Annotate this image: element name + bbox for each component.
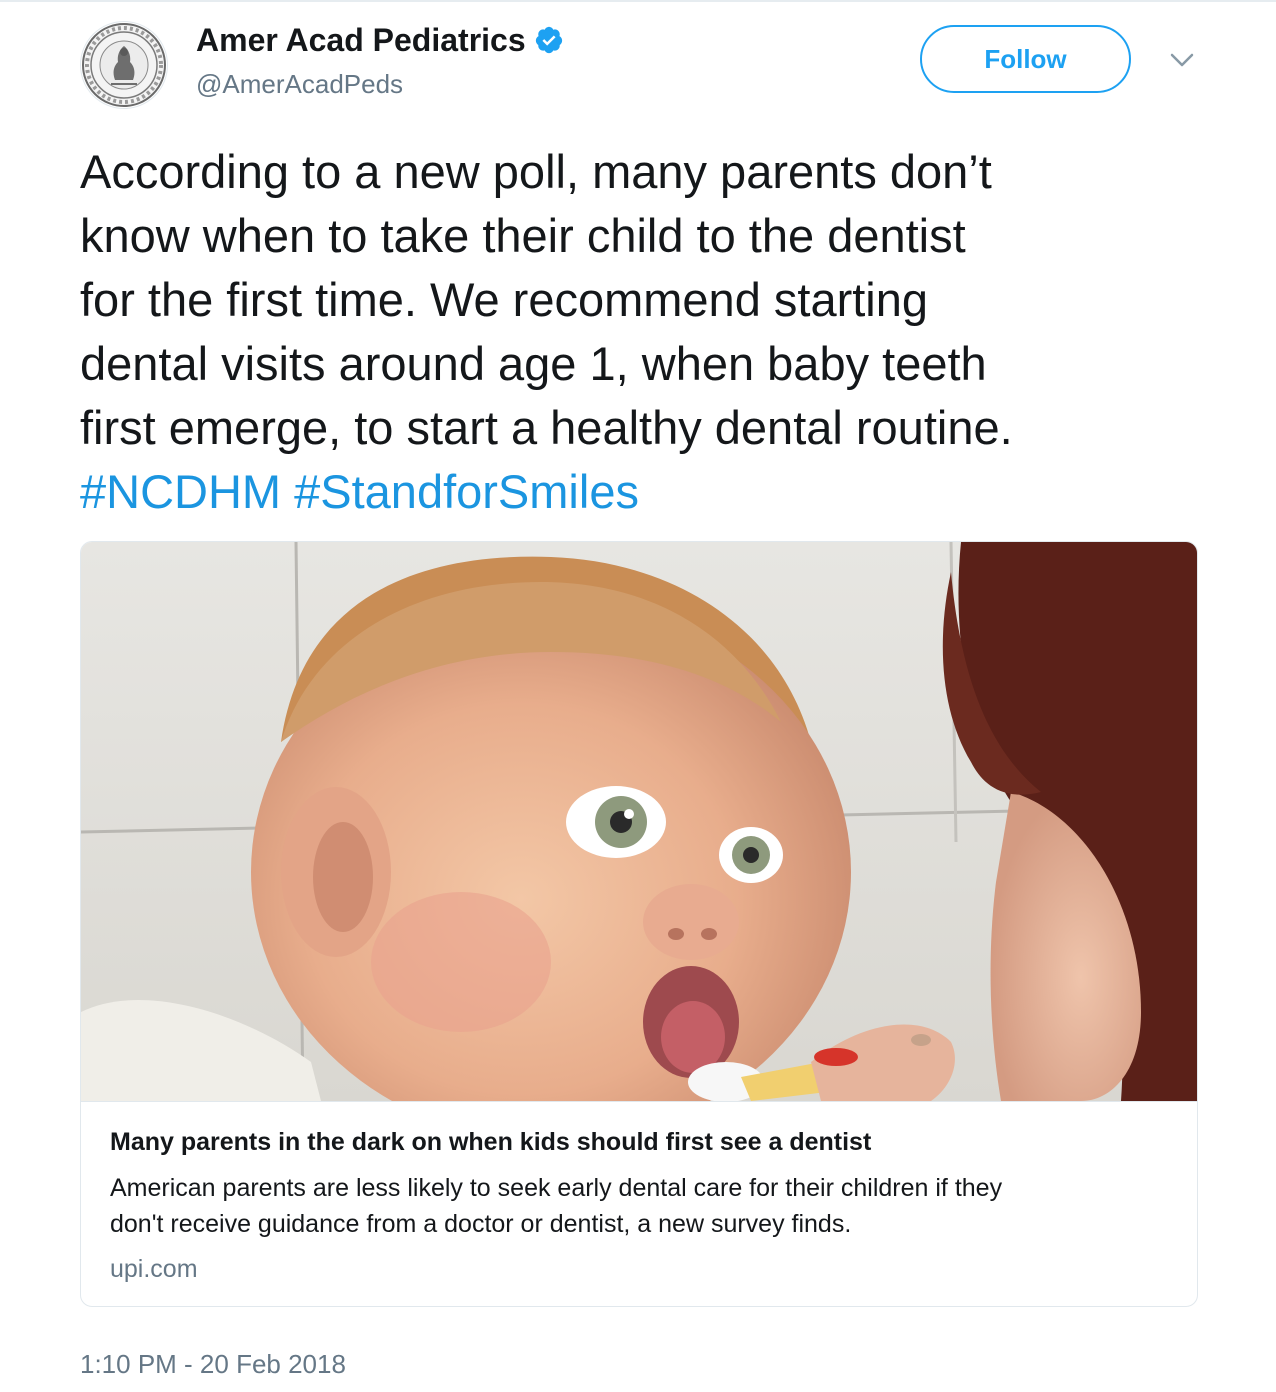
hashtag-standforsmiles[interactable]: #StandforSmiles (294, 465, 639, 518)
card-domain: upi.com (110, 1255, 198, 1283)
card-description-line: American parents are less likely to seek… (110, 1174, 1003, 1202)
verified-badge-icon (535, 26, 562, 54)
top-divider (0, 0, 1276, 2)
follow-button[interactable]: Follow (920, 25, 1131, 93)
tweet-text-line: know when to take their child to the den… (80, 209, 966, 262)
aap-seal-icon (82, 23, 166, 107)
card-description: American parents are less likely to seek… (110, 1170, 1150, 1242)
author-handle[interactable]: @AmerAcadPeds (196, 68, 403, 100)
card-description-line: don't receive guidance from a doctor or … (110, 1210, 852, 1238)
tweet-text-line: dental visits around age 1, when baby te… (80, 337, 987, 390)
baby-dentist-photo (81, 542, 1197, 1101)
link-preview-card[interactable]: Many parents in the dark on when kids sh… (80, 541, 1198, 1307)
tweet-text-line: for the first time. We recommend startin… (80, 273, 929, 326)
card-image[interactable] (81, 542, 1197, 1102)
hashtag-ncdhm[interactable]: #NCDHM (80, 465, 281, 518)
tweet-text: According to a new poll, many parents do… (80, 140, 1220, 524)
tweet-text-line: According to a new poll, many parents do… (80, 145, 992, 198)
card-title[interactable]: Many parents in the dark on when kids sh… (110, 1126, 871, 1158)
hashtag-line: #NCDHM #StandforSmiles (80, 460, 1220, 524)
author-name-row: Amer Acad Pediatrics (196, 20, 564, 60)
chevron-down-icon[interactable] (1168, 50, 1196, 70)
tweet-text-line: first emerge, to start a healthy dental … (80, 401, 1013, 454)
author-display-name[interactable]: Amer Acad Pediatrics (196, 20, 526, 60)
profile-avatar[interactable] (80, 21, 168, 109)
tweet-timestamp[interactable]: 1:10 PM - 20 Feb 2018 (80, 1348, 346, 1380)
